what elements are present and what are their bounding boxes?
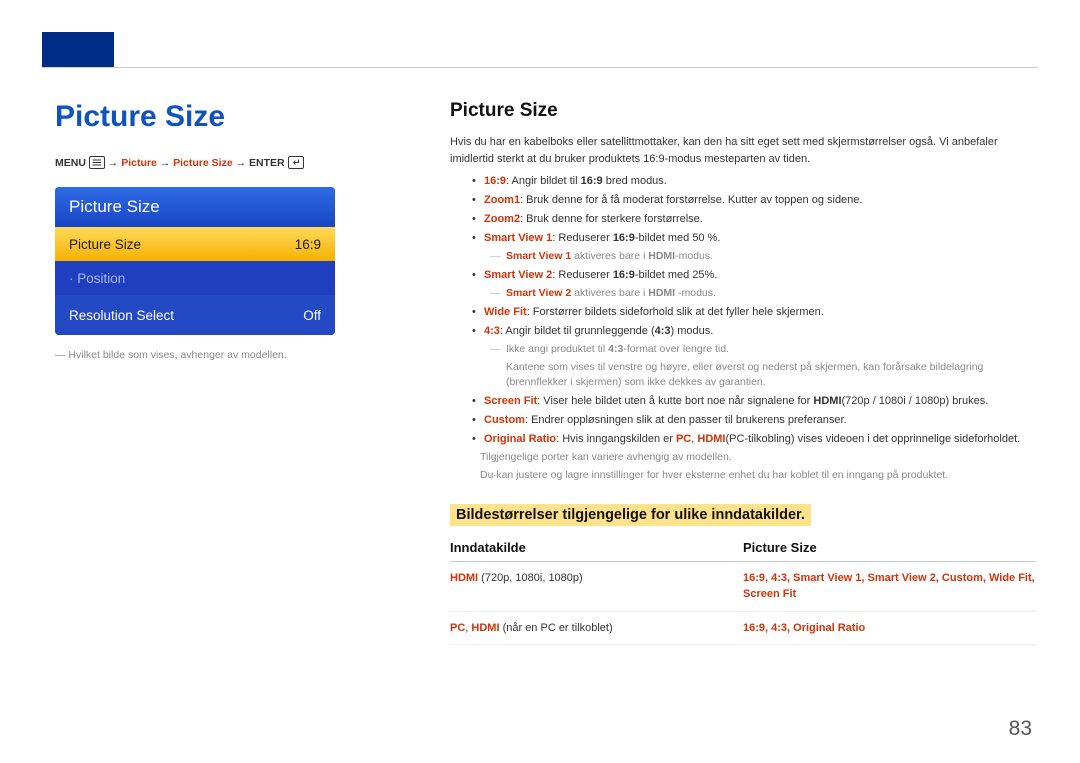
th-size: Picture Size [743,536,1036,562]
menu-icon [89,156,105,169]
subsection-title: Bildestørrelser tilgjengelige for ulike … [450,504,811,526]
intro-text: Hvis du har en kabelboks eller satellitt… [450,134,1038,167]
options-list3: Wide Fit: Forstørrer bildets sideforhold… [472,304,1038,340]
menu-row-label: Resolution Select [69,308,174,323]
menu-row-label: Picture Size [69,237,141,252]
header-rule [42,67,1038,68]
options-list4: Screen Fit: Viser hele bildet uten å kut… [472,393,1038,448]
menu-row-resolution-select[interactable]: Resolution Select Off [55,295,335,335]
table-header: Inndatakilde Picture Size [450,536,1036,562]
header-accent-block [42,32,114,68]
table-row: PC, HDMI (når en PC er tilkoblet) 16:9, … [450,612,1036,646]
options-list: 16:9: Angir bildet til 16:9 bred modus. … [472,173,1038,247]
page-title: Picture Size [55,100,405,134]
right-column: Picture Size Hvis du har en kabelboks el… [450,100,1038,645]
note-43a: Ikke angi produktet til 4:3-format over … [450,342,1038,358]
option-screenfit: Screen Fit: Viser hele bildet uten å kut… [472,393,1038,410]
page-number: 83 [1009,717,1032,741]
breadcrumb-seg1: Picture [121,157,157,169]
left-column: Picture Size MENU → Picture → Picture Si… [55,100,405,361]
cell-source: PC, HDMI (når en PC er tilkoblet) [450,620,743,637]
note-43b: Kantene som vises til venstre og høyre, … [450,360,1038,392]
note-sv2: Smart View 2 aktiveres bare i HDMI -modu… [450,286,1038,302]
th-source: Inndatakilde [450,536,743,562]
breadcrumb-enter: ENTER [249,157,285,169]
cell-source: HDMI (720p, 1080i, 1080p) [450,570,743,603]
breadcrumb-seg2: Picture Size [173,157,233,169]
breadcrumb: MENU → Picture → Picture Size → ENTER [55,156,405,169]
option-original: Original Ratio: Hvis inngangskilden er P… [472,431,1038,448]
footnote-adjust: Du kan justere og lagre innstillinger fo… [450,468,1038,484]
option-169: 16:9: Angir bildet til 16:9 bred modus. [472,173,1038,190]
cell-sizes: 16:9, 4:3, Smart View 1, Smart View 2, C… [743,570,1036,603]
sizes-table: Inndatakilde Picture Size HDMI (720p, 10… [450,536,1036,646]
breadcrumb-menu: MENU [55,157,86,169]
note-sv1: Smart View 1 aktiveres bare i HDMI-modus… [450,249,1038,265]
menu-row-value: Off [303,308,321,323]
menu-row-label: · Position [69,271,125,286]
option-zoom1: Zoom1: Bruk denne for å få moderat forst… [472,192,1038,209]
menu-row-picture-size[interactable]: Picture Size 16:9 [55,227,335,261]
footnote-ports: Tilgjengelige porter kan variere avhengi… [450,450,1038,466]
option-zoom2: Zoom2: Bruk denne for sterkere forstørre… [472,211,1038,228]
menu-panel-title: Picture Size [55,187,335,227]
menu-row-value: 16:9 [295,237,321,252]
cell-sizes: 16:9, 4:3, Original Ratio [743,620,1036,637]
enter-icon [288,156,304,169]
menu-panel: Picture Size Picture Size 16:9 · Positio… [55,187,335,335]
menu-caption: ― Hvilket bilde som vises, avhenger av m… [55,349,355,361]
menu-row-position[interactable]: · Position [55,261,335,295]
option-43: 4:3: Angir bildet til grunnleggende (4:3… [472,323,1038,340]
section-title: Picture Size [450,100,1038,122]
option-smartview1: Smart View 1: Reduserer 16:9-bildet med … [472,230,1038,247]
option-custom: Custom: Endrer oppløsningen slik at den … [472,412,1038,429]
option-smartview2: Smart View 2: Reduserer 16:9-bildet med … [472,267,1038,284]
options-list2: Smart View 2: Reduserer 16:9-bildet med … [472,267,1038,284]
table-row: HDMI (720p, 1080i, 1080p) 16:9, 4:3, Sma… [450,562,1036,612]
option-widefit: Wide Fit: Forstørrer bildets sideforhold… [472,304,1038,321]
